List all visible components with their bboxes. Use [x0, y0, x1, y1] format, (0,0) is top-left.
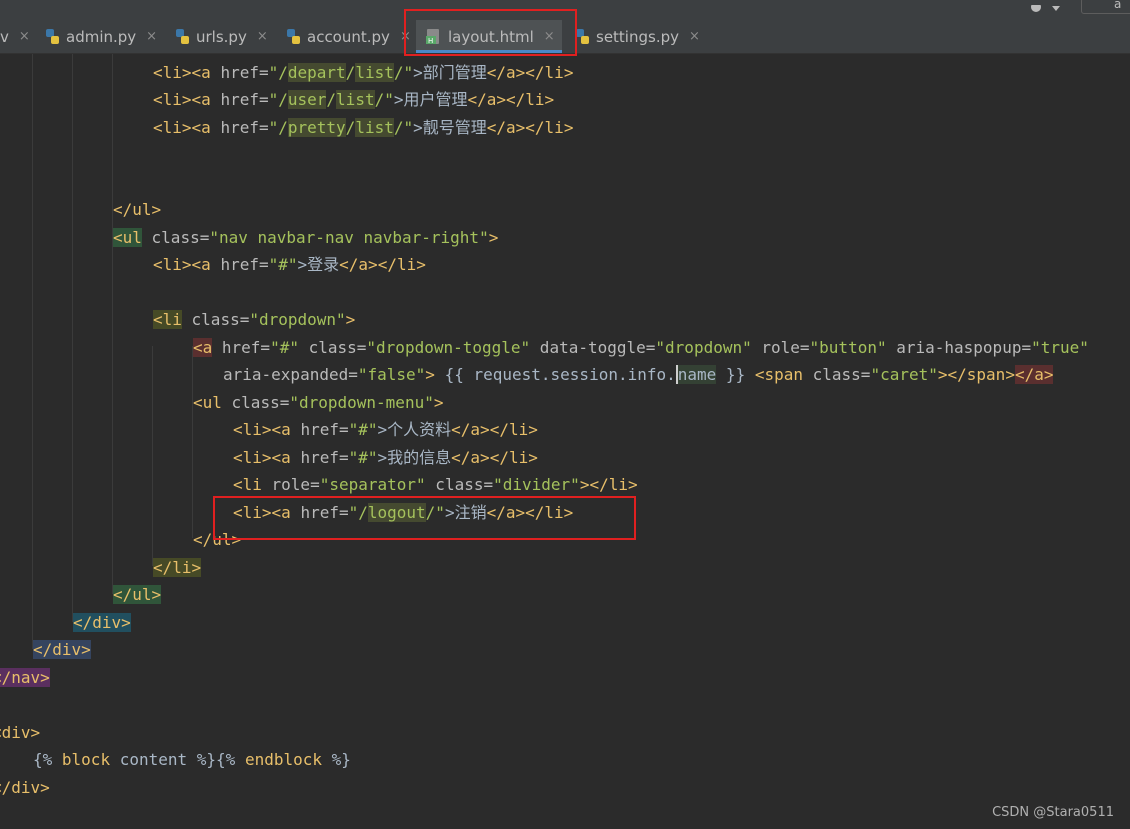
code-line: <li><a href="#">我的信息</a></li>	[233, 448, 538, 467]
indent-guide	[72, 54, 73, 622]
code-line: <li class="dropdown">	[153, 310, 356, 329]
code-line: <li role="separator" class="divider"></l…	[233, 475, 638, 494]
code-editor[interactable]: <li><a href="/depart/list/">部门管理</a></li…	[0, 54, 1130, 829]
python-file-icon	[287, 29, 300, 44]
code-line: </nav>	[0, 667, 50, 689]
code-line: <li><a href="/user/list/">用户管理</a></li>	[153, 90, 555, 109]
close-icon[interactable]: ×	[19, 29, 30, 44]
code-line: {% block content %}{% endblock %}	[33, 750, 351, 769]
code-line: </ul>	[113, 200, 162, 219]
run-config-label: a	[1114, 0, 1122, 11]
code-line: </div>	[33, 640, 91, 659]
user-menu-icon[interactable]	[1026, 0, 1062, 12]
indent-guide	[192, 346, 193, 538]
code-line: </ul>	[113, 585, 162, 604]
code-line: <li><a href="/depart/list/">部门管理</a></li…	[153, 63, 574, 82]
code-line: </li>	[153, 558, 202, 577]
tab-label: admin.py	[66, 27, 137, 46]
code-line: <a href="#" class="dropdown-toggle" data…	[193, 338, 1089, 357]
close-icon[interactable]: ×	[257, 29, 268, 44]
tab-admin-py[interactable]: admin.py ×	[44, 20, 157, 53]
code-line: <li><a href="#">个人资料</a></li>	[233, 420, 538, 439]
tab-label: account.py	[307, 27, 390, 46]
tab-account-py[interactable]: account.py ×	[285, 20, 411, 53]
code-line: <div>	[0, 723, 41, 742]
indent-guide	[112, 54, 113, 594]
annotation-box-layout-tab	[404, 9, 577, 56]
tab-urls-py[interactable]: urls.py ×	[174, 20, 268, 53]
run-config-selector[interactable]: a	[1081, 0, 1130, 14]
tab-label: settings.py	[596, 27, 679, 46]
code-line: <li><a href="/pretty/list/">靓号管理</a></li…	[153, 118, 574, 137]
python-file-icon	[46, 29, 59, 44]
close-icon[interactable]: ×	[146, 29, 157, 44]
python-file-icon	[176, 29, 189, 44]
close-icon[interactable]: ×	[689, 29, 700, 44]
tab-label: v	[0, 27, 9, 46]
code-line: <li><a href="#">登录</a></li>	[153, 255, 426, 274]
annotation-box-logout-line	[213, 496, 636, 540]
tab-partial[interactable]: v ×	[0, 20, 30, 53]
code-line: </div>	[0, 778, 50, 797]
code-line: </div>	[73, 613, 131, 632]
code-line: <ul class="nav navbar-nav navbar-right">	[113, 228, 499, 247]
tab-settings-py[interactable]: settings.py ×	[574, 20, 700, 53]
indent-guide	[152, 346, 153, 566]
watermark: CSDN @Stara0511	[992, 805, 1114, 820]
code-line: <ul class="dropdown-menu">	[193, 393, 444, 412]
indent-guide	[32, 54, 33, 649]
tab-label: urls.py	[196, 27, 247, 46]
code-line-current: aria-expanded="false"> {{ request.sessio…	[223, 365, 1054, 384]
